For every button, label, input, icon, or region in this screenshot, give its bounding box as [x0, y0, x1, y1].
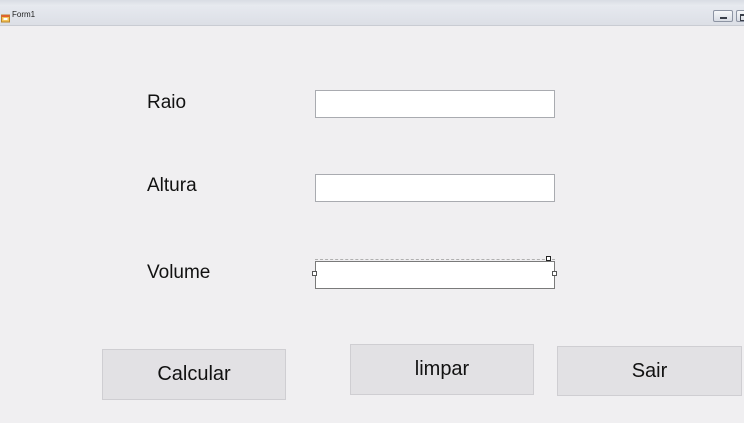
altura-input[interactable] [315, 174, 555, 202]
smart-tag-handle[interactable] [546, 256, 551, 261]
raio-input[interactable] [315, 90, 555, 118]
form-window: Form1 Raio Altura Volume Calcular limpar… [0, 0, 744, 423]
maximize-button[interactable] [736, 10, 744, 22]
raio-label: Raio [147, 92, 187, 113]
volume-input[interactable] [315, 261, 555, 289]
volume-label: Volume [147, 262, 211, 283]
window-title: Form1 [12, 10, 36, 19]
altura-label: Altura [147, 175, 197, 196]
minimize-icon [720, 17, 727, 19]
resize-handle-left[interactable] [312, 271, 317, 276]
limpar-button[interactable]: limpar [350, 344, 534, 395]
selection-outline [315, 259, 555, 260]
title-bar[interactable]: Form1 [0, 6, 744, 26]
form-app-icon[interactable] [1, 10, 11, 23]
calcular-button[interactable]: Calcular [102, 349, 286, 400]
minimize-button[interactable] [713, 10, 733, 22]
sair-button[interactable]: Sair [557, 346, 742, 396]
maximize-icon [740, 14, 744, 21]
resize-handle-right[interactable] [552, 271, 557, 276]
